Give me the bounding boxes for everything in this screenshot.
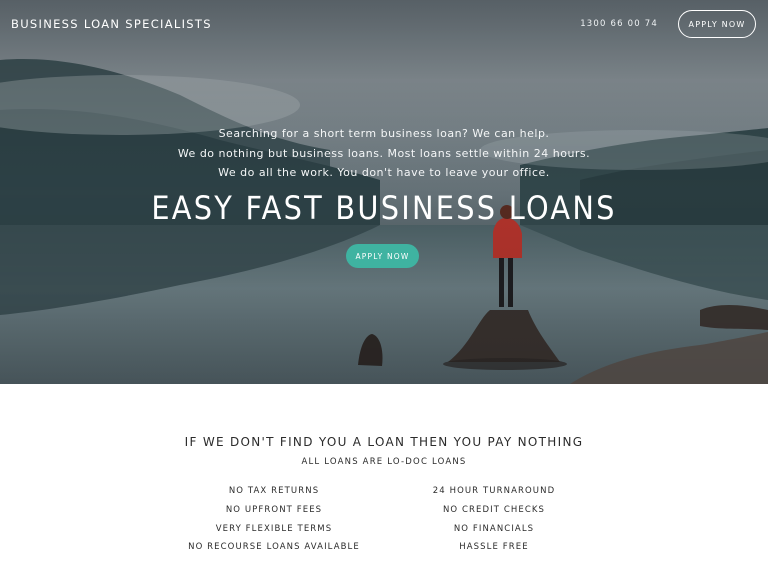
phone-number[interactable]: 1300 66 00 74	[580, 19, 658, 29]
benefits-subhead: ALL LOANS ARE LO-DOC LOANS	[301, 457, 467, 467]
feature-item: NO CREDIT CHECKS	[442, 504, 546, 515]
hero-line: We do nothing but business loans. Most l…	[177, 146, 591, 160]
feature-item: NO FINANCIALS	[453, 523, 535, 534]
apply-now-header-button[interactable]: APPLY NOW	[678, 10, 756, 38]
feature-item: 24 HOUR TURNAROUND	[432, 486, 556, 496]
hero-title: EASY FAST BUSINESS LOANS	[151, 189, 617, 227]
apply-now-hero-button[interactable]: APPLY NOW	[346, 244, 419, 268]
benefits-headline: IF WE DON'T FIND YOU A LOAN THEN YOU PAY…	[184, 435, 584, 449]
hero-intro-text: Searching for a short term business loan…	[0, 124, 768, 183]
hero-line: Searching for a short term business loan…	[218, 127, 550, 140]
feature-item: HASSLE FREE	[459, 542, 529, 553]
benefits-section: IF WE DON'T FIND YOU A LOAN THEN YOU PAY…	[0, 384, 768, 576]
hero-section: BUSINESS LOAN SPECIALISTS 1300 66 00 74 …	[0, 0, 768, 384]
landing-page: BUSINESS LOAN SPECIALISTS 1300 66 00 74 …	[0, 0, 768, 576]
brand-logo-text[interactable]: BUSINESS LOAN SPECIALISTS	[11, 17, 212, 31]
hero-line: We do all the work. You don't have to le…	[218, 166, 550, 179]
features-list-right: 24 HOUR TURNAROUND NO CREDIT CHECKS NO F…	[364, 485, 624, 560]
